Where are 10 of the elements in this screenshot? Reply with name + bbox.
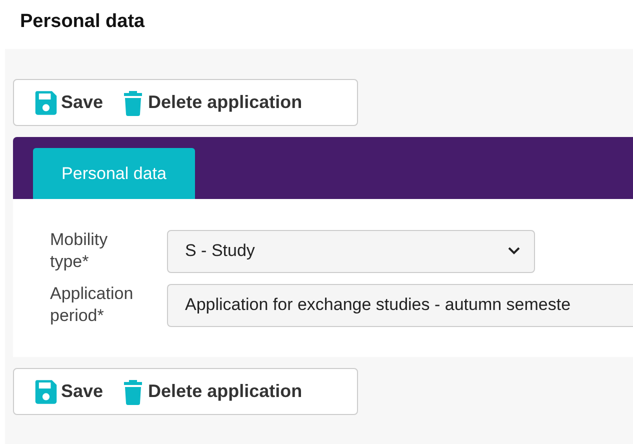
delete-button[interactable]: Delete application bbox=[121, 378, 302, 404]
save-button[interactable]: Save bbox=[34, 378, 104, 404]
delete-button[interactable]: Delete application bbox=[121, 90, 302, 116]
page-heading: Personal data bbox=[19, 10, 146, 34]
field-label: Mobility type* bbox=[50, 229, 109, 273]
chevron-down-icon bbox=[508, 247, 520, 255]
select-field[interactable]: S - Study bbox=[167, 230, 535, 272]
input-field[interactable]: Application for exchange studies - autumn semeste bbox=[167, 284, 633, 326]
field-label: Application period* bbox=[50, 283, 134, 327]
save-button[interactable]: Save bbox=[34, 90, 104, 116]
